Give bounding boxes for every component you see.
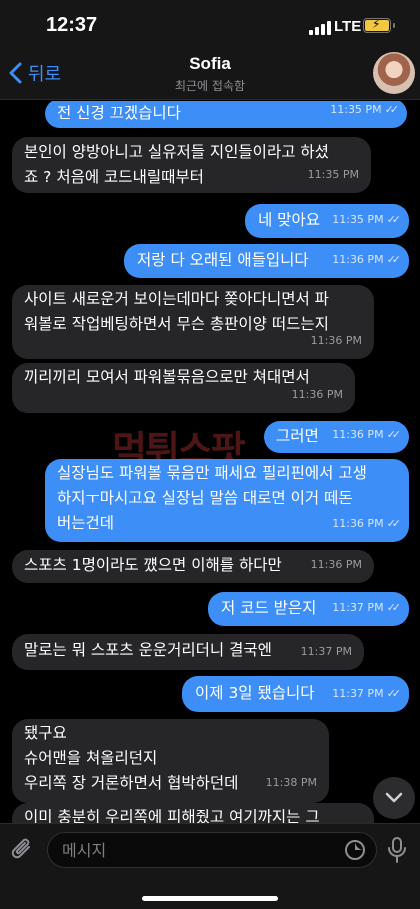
message-time: 11:35 PM bbox=[332, 213, 384, 226]
message-text: 전 신경 끄겠습니다 bbox=[57, 104, 181, 122]
message-time: 11:36 PM bbox=[332, 428, 384, 441]
message-input[interactable] bbox=[62, 839, 332, 861]
status-time: 12:37 bbox=[46, 14, 98, 36]
avatar[interactable] bbox=[373, 52, 415, 94]
message-time: 11:36 PM bbox=[310, 558, 362, 571]
message-time: 11:36 PM bbox=[332, 253, 384, 266]
attach-icon[interactable] bbox=[10, 837, 36, 865]
home-indicator bbox=[142, 896, 278, 901]
contact-title[interactable]: Sofia 최근에 접속함 bbox=[0, 54, 420, 94]
chat-header: 뒤로 Sofia 최근에 접속함 bbox=[0, 50, 420, 100]
read-ticks-icon: ✓✓ bbox=[386, 517, 402, 530]
message-list[interactable]: 전 신경 끄겠습니다 11:35 PM ✓✓ 본인이 양방아니고 실유저들 지인들… bbox=[0, 101, 420, 823]
message-time: 11:35 PM bbox=[330, 103, 382, 116]
message-incoming[interactable]: 본인이 양방아니고 실유저들 지인들이라고 하셨 죠 ? 처음에 코드내릴때부터… bbox=[12, 137, 371, 193]
read-ticks-icon: ✓✓ bbox=[386, 253, 402, 266]
message-outgoing[interactable]: 이제 3일 됐습니다 11:37 PM ✓✓ bbox=[182, 676, 409, 712]
read-ticks-icon: ✓✓ bbox=[384, 103, 400, 116]
chevron-down-icon bbox=[385, 792, 403, 803]
message-incoming[interactable]: 말로는 뭐 스포츠 운운거리더니 결국엔 11:37 PM bbox=[12, 634, 364, 670]
message-text: 저 코드 받은지 bbox=[221, 599, 317, 617]
message-outgoing[interactable]: 그러면 11:36 PM ✓✓ bbox=[264, 421, 409, 453]
message-incoming[interactable]: 사이트 새로운거 보이는데마다 쫒아다니면서 파 워볼로 작업베팅하면서 무슨 … bbox=[12, 285, 374, 359]
last-seen-status: 최근에 접속함 bbox=[174, 79, 246, 93]
message-incoming[interactable]: 스포츠 1명이라도 꺴으면 이해를 하다만 11:36 PM bbox=[12, 550, 374, 583]
composer-bar bbox=[0, 823, 420, 909]
read-ticks-icon: ✓✓ bbox=[386, 213, 402, 226]
scroll-to-bottom-button[interactable] bbox=[373, 777, 415, 819]
message-time: 11:35 PM bbox=[307, 168, 359, 181]
message-outgoing[interactable]: 저랑 다 오래된 애들입니다 11:36 PM ✓✓ bbox=[124, 244, 409, 278]
message-text: 말로는 뭐 스포츠 운운거리더니 결국엔 bbox=[24, 641, 272, 659]
message-time: 11:36 PM bbox=[291, 388, 343, 401]
sticker-icon[interactable] bbox=[344, 839, 366, 861]
message-text: 우리쪽 장 거론하면서 협박하던데 bbox=[24, 774, 239, 792]
message-text: 네 맞아요 bbox=[258, 211, 320, 229]
status-bar: 12:37 LTE ⚡ bbox=[0, 0, 420, 50]
message-time: 11:37 PM bbox=[332, 601, 384, 614]
message-incoming[interactable]: 이미 충분히 우리쪽에 피해줬고 여기까지는 그 bbox=[12, 803, 374, 823]
read-ticks-icon: ✓✓ bbox=[386, 687, 402, 700]
message-text: 그러면 bbox=[276, 427, 319, 445]
message-time: 11:37 PM bbox=[300, 645, 352, 658]
message-text: 하지ㅜ마시고요 실장님 말씀 대로면 이거 떼돈 bbox=[57, 489, 353, 507]
message-text: 사이트 새로운거 보이는데마다 쫒아다니면서 파 bbox=[24, 290, 329, 308]
message-outgoing[interactable]: 전 신경 끄겠습니다 11:35 PM ✓✓ bbox=[45, 101, 407, 128]
message-time: 11:37 PM bbox=[332, 687, 384, 700]
message-outgoing[interactable]: 저 코드 받은지 11:37 PM ✓✓ bbox=[208, 592, 409, 626]
message-outgoing[interactable]: 실장님도 파워볼 묶음만 패세요 필리핀에서 고생 하지ㅜ마시고요 실장님 말씀… bbox=[45, 459, 409, 542]
read-ticks-icon: ✓✓ bbox=[386, 601, 402, 614]
message-text: 슈어맨을 쳐올리던지 bbox=[24, 749, 158, 767]
battery-icon: ⚡ bbox=[363, 17, 395, 33]
message-text: 실장님도 파워볼 묶음만 패세요 필리핀에서 고생 bbox=[57, 464, 367, 482]
message-time: 11:36 PM bbox=[310, 334, 362, 347]
message-text: 이미 충분히 우리쪽에 피해줬고 여기까지는 그 bbox=[24, 808, 320, 823]
message-text: 스포츠 1명이라도 꺴으면 이해를 하다만 bbox=[24, 556, 282, 574]
message-field bbox=[47, 832, 377, 868]
message-time: 11:36 PM bbox=[332, 517, 384, 530]
read-ticks-icon: ✓✓ bbox=[386, 428, 402, 441]
mic-icon[interactable] bbox=[387, 836, 407, 864]
contact-name: Sofia bbox=[189, 54, 231, 73]
network-label: LTE bbox=[334, 18, 362, 35]
message-incoming[interactable]: 됐구요 슈어맨을 쳐올리던지 우리쪽 장 거론하면서 협박하던데 11:38 P… bbox=[12, 719, 329, 803]
message-outgoing[interactable]: 네 맞아요 11:35 PM ✓✓ bbox=[245, 204, 409, 238]
message-text: 이제 3일 됐습니다 bbox=[195, 684, 315, 702]
message-time: 11:38 PM bbox=[265, 776, 317, 789]
signal-icon bbox=[309, 21, 331, 35]
message-text: 됐구요 bbox=[24, 724, 67, 742]
message-incoming[interactable]: 끼리끼리 모여서 파워볼묶음으로만 쳐대면서 11:36 PM bbox=[12, 363, 355, 413]
message-text: 저랑 다 오래된 애들입니다 bbox=[137, 251, 309, 269]
